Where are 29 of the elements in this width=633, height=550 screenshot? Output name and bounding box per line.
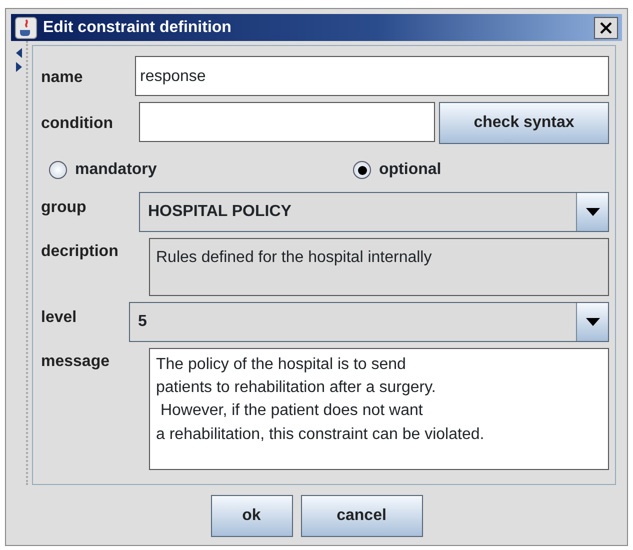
dropdown-arrow-icon[interactable] [586, 208, 600, 216]
close-button[interactable] [594, 16, 618, 38]
ok-button[interactable]: ok [210, 495, 292, 537]
condition-field[interactable] [139, 102, 435, 142]
field-label: condition [41, 114, 114, 134]
level-dropdown[interactable]: 5 [129, 302, 609, 342]
check-syntax-button[interactable]: check syntax [439, 102, 609, 144]
field-label: decription [41, 242, 120, 262]
app-icon [15, 16, 37, 38]
name-field[interactable]: response [135, 56, 609, 96]
field-label: group [41, 198, 88, 218]
collapse-left-icon[interactable] [14, 47, 22, 59]
window-title: Edit constraint definition [43, 18, 232, 38]
group-dropdown[interactable]: HOSPITAL POLICY [139, 192, 609, 232]
expand-right-icon[interactable] [14, 61, 22, 73]
radio-label: optional [379, 160, 442, 180]
description-field: Rules defined for the hospital internally [149, 238, 609, 296]
radio-label: mandatory [75, 160, 157, 180]
message-field[interactable]: The policy of the hospital is to send patients to rehabilitation after a surgery. However, if the patient does not want a rehabilitation, this constraint can be violated. [149, 348, 609, 470]
radio-button[interactable] [49, 161, 67, 179]
field-label: level [41, 308, 78, 328]
dropdown-arrow-icon[interactable] [586, 318, 600, 326]
combo-value: 5 [137, 312, 148, 332]
close-icon[interactable] [599, 20, 613, 34]
field-label: name [41, 68, 84, 88]
combo-value: HOSPITAL POLICY [147, 202, 292, 222]
cancel-button[interactable]: cancel [300, 495, 422, 537]
radio-button[interactable] [353, 161, 371, 179]
field-label: message [41, 352, 110, 372]
